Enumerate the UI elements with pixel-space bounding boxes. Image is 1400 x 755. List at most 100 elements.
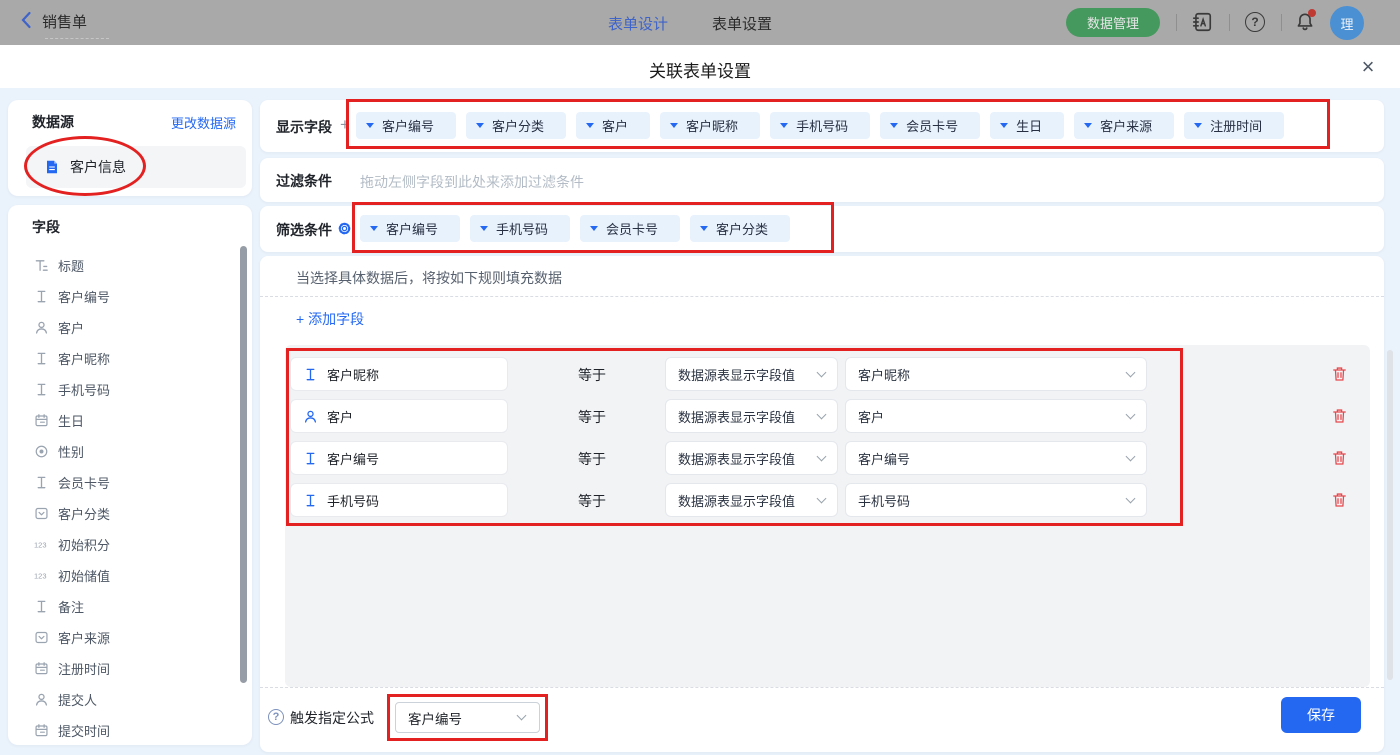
trigger-formula-dropdown[interactable]: 客户编号 [395, 702, 540, 733]
delete-rule-icon[interactable] [1331, 407, 1348, 428]
filter-panel[interactable]: 过滤条件 拖动左侧字段到此处来添加过滤条件 [260, 158, 1384, 202]
rule-field-box[interactable]: 手机号码 [290, 483, 508, 517]
rule-source-dropdown[interactable]: 数据源表显示字段值 [665, 357, 838, 391]
gear-icon[interactable] [337, 221, 352, 239]
contacts-icon[interactable] [1191, 11, 1213, 36]
field-type-icon [34, 506, 49, 521]
field-list-item[interactable]: 客户分类 [8, 498, 246, 529]
rule-field-label: 手机号码 [327, 491, 379, 510]
display-field-tag[interactable]: 手机号码 [770, 112, 870, 139]
formula-help-icon[interactable]: ? [268, 709, 284, 725]
rule-row: 客户昵称 等于 数据源表显示字段值 客户昵称 [260, 357, 1384, 391]
save-button[interactable]: 保存 [1281, 697, 1361, 733]
svg-text:123: 123 [34, 571, 47, 580]
field-list-item[interactable]: 提交时间 [8, 715, 246, 745]
rule-source-dropdown[interactable]: 数据源表显示字段值 [665, 399, 838, 433]
field-list-item[interactable]: 注册时间 [8, 653, 246, 684]
field-list-item[interactable]: 性别 [8, 436, 246, 467]
datasource-item[interactable]: 客户信息 [26, 146, 246, 188]
rule-field-box[interactable]: 客户 [290, 399, 508, 433]
trigger-formula-value: 客户编号 [408, 708, 462, 728]
notification-dot [1308, 9, 1316, 17]
field-label: 性别 [58, 442, 84, 461]
sift-field-tag[interactable]: 客户分类 [690, 215, 790, 242]
rules-scrollbar-track[interactable] [1387, 350, 1393, 680]
tag-label: 客户编号 [382, 116, 434, 135]
fields-scrollbar-thumb[interactable] [240, 246, 247, 683]
rule-field-label: 客户昵称 [327, 365, 379, 384]
field-list-item[interactable]: 会员卡号 [8, 467, 246, 498]
field-list-item[interactable]: 备注 [8, 591, 246, 622]
display-field-tag[interactable]: 会员卡号 [880, 112, 980, 139]
close-icon[interactable]: × [1354, 53, 1382, 81]
field-label: 客户昵称 [58, 349, 110, 368]
field-label: 初始储值 [58, 566, 110, 585]
delete-rule-icon[interactable] [1331, 449, 1348, 470]
rule-field-box[interactable]: 客户昵称 [290, 357, 508, 391]
display-fields-label: 显示字段 [276, 117, 332, 137]
display-field-tag[interactable]: 注册时间 [1184, 112, 1284, 139]
caret-down-icon [366, 123, 374, 128]
field-label: 提交人 [58, 690, 97, 709]
rule-source-dropdown[interactable]: 数据源表显示字段值 [665, 483, 838, 517]
avatar[interactable]: 理 [1330, 6, 1364, 40]
sift-field-tag[interactable]: 手机号码 [470, 215, 570, 242]
field-list-item[interactable]: 客户 [8, 312, 246, 343]
field-list-item[interactable]: 客户来源 [8, 622, 246, 653]
tab-form-design[interactable]: 表单设计 [608, 13, 668, 34]
delete-rule-icon[interactable] [1331, 491, 1348, 512]
modal-header: 关联表单设置 × [0, 45, 1400, 88]
field-list-item[interactable]: 123 初始积分 [8, 529, 246, 560]
rule-target-dropdown[interactable]: 客户昵称 [845, 357, 1147, 391]
rule-target-dropdown[interactable]: 手机号码 [845, 483, 1147, 517]
display-field-tag[interactable]: 客户分类 [466, 112, 566, 139]
field-type-icon [303, 409, 318, 424]
help-icon[interactable]: ? [1245, 12, 1265, 32]
sift-label: 筛选条件 [276, 220, 332, 240]
rule-target-dropdown[interactable]: 客户 [845, 399, 1147, 433]
caret-down-icon [670, 123, 678, 128]
rules-hint: 当选择具体数据后，将按如下规则填充数据 [296, 268, 562, 288]
rule-row: 手机号码 等于 数据源表显示字段值 手机号码 [260, 483, 1384, 517]
add-rule-field-link[interactable]: + 添加字段 [296, 309, 364, 329]
field-label: 客户来源 [58, 628, 110, 647]
notification-bell-icon[interactable] [1294, 11, 1316, 36]
rule-field-label: 客户 [327, 407, 353, 426]
field-list-item[interactable]: 标题 [8, 250, 246, 281]
field-list-item[interactable]: 123 初始储值 [8, 560, 246, 591]
add-display-field-button[interactable]: + [340, 115, 350, 135]
caret-down-icon [1084, 123, 1092, 128]
field-type-icon [34, 320, 49, 335]
rule-target-dropdown[interactable]: 客户编号 [845, 441, 1147, 475]
display-field-tag[interactable]: 客户昵称 [660, 112, 760, 139]
caret-down-icon [700, 226, 708, 231]
rule-source-dropdown[interactable]: 数据源表显示字段值 [665, 441, 838, 475]
chevron-down-icon [817, 451, 827, 461]
field-label: 客户 [58, 318, 84, 337]
field-list-item[interactable]: 客户昵称 [8, 343, 246, 374]
display-field-tag[interactable]: 客户编号 [356, 112, 456, 139]
field-list-item[interactable]: 手机号码 [8, 374, 246, 405]
change-datasource-link[interactable]: 更改数据源 [171, 113, 236, 132]
caret-down-icon [370, 226, 378, 231]
display-field-tag[interactable]: 客户来源 [1074, 112, 1174, 139]
rules-panel: 当选择具体数据后，将按如下规则填充数据 + 添加字段 客户昵称 等于 数据源表显… [260, 256, 1384, 752]
display-field-tag[interactable]: 客户 [576, 112, 650, 139]
caret-down-icon [1194, 123, 1202, 128]
field-type-icon [34, 351, 49, 366]
sift-field-tag[interactable]: 会员卡号 [580, 215, 680, 242]
back-button[interactable]: 销售单 [20, 11, 87, 32]
display-fields-tags: 客户编号 客户分类 客户 客户昵称 [356, 112, 1284, 139]
tag-label: 客户分类 [716, 219, 768, 238]
data-manage-button[interactable]: 数据管理 [1066, 8, 1160, 37]
tab-form-settings[interactable]: 表单设置 [712, 13, 772, 34]
tag-label: 会员卡号 [906, 116, 958, 135]
sift-field-tag[interactable]: 客户编号 [360, 215, 460, 242]
field-list-item[interactable]: 生日 [8, 405, 246, 436]
field-list-item[interactable]: 客户编号 [8, 281, 246, 312]
field-list: 标题 客户编号 客户 客户昵称 [8, 250, 246, 745]
delete-rule-icon[interactable] [1331, 365, 1348, 386]
rule-field-box[interactable]: 客户编号 [290, 441, 508, 475]
field-list-item[interactable]: 提交人 [8, 684, 246, 715]
display-field-tag[interactable]: 生日 [990, 112, 1064, 139]
